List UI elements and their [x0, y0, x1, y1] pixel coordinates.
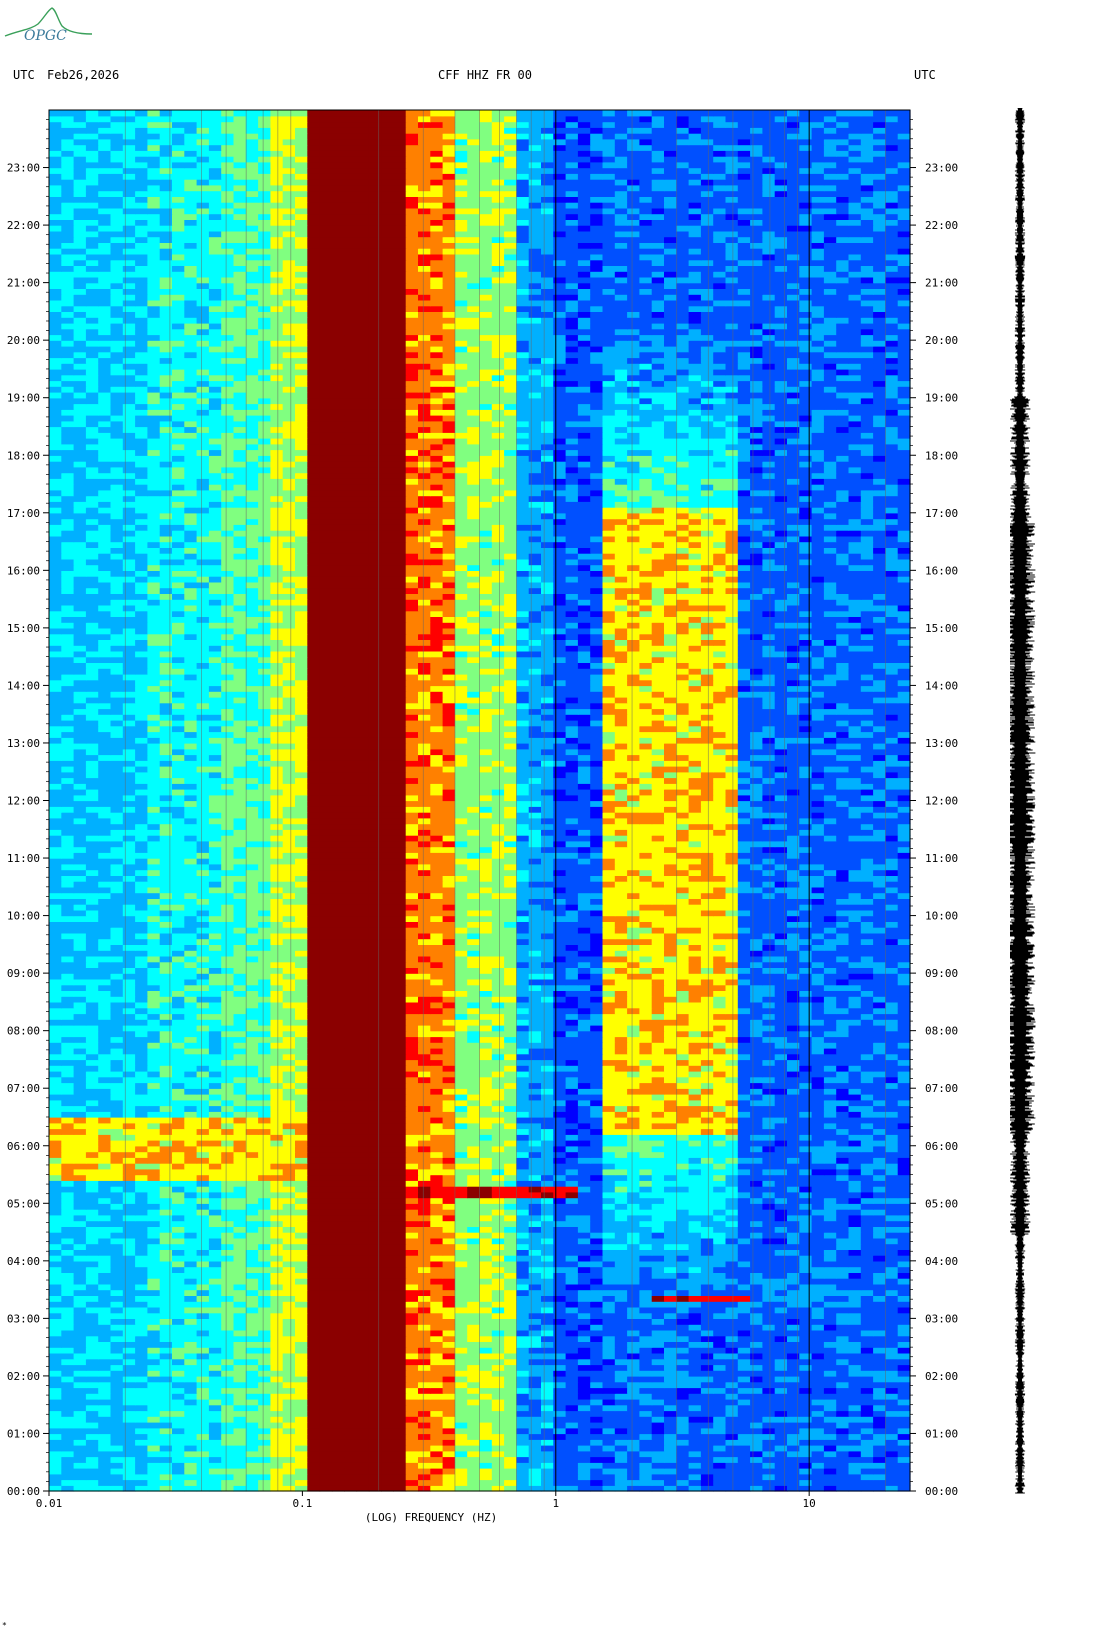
y-tick-label-left: 07:00	[7, 1082, 40, 1095]
y-tick-label-right: 17:00	[925, 507, 958, 520]
x-axis-label: (LOG) FREQUENCY (HZ)	[365, 1511, 497, 1524]
y-tick-label-left: 03:00	[7, 1312, 40, 1325]
y-tick-label-right: 04:00	[925, 1255, 958, 1268]
y-tick-label-right: 11:00	[925, 852, 958, 865]
y-tick-label-left: 06:00	[7, 1140, 40, 1153]
y-tick-label-left: 10:00	[7, 910, 40, 923]
y-tick-label-right: 02:00	[925, 1370, 958, 1383]
y-tick-label-right: 15:00	[925, 622, 958, 635]
y-tick-label-right: 22:00	[925, 219, 958, 232]
y-tick-label-right: 06:00	[925, 1140, 958, 1153]
x-tick-label: 10	[803, 1497, 816, 1510]
y-tick-label-right: 14:00	[925, 679, 958, 692]
y-tick-label-left: 18:00	[7, 449, 40, 462]
y-tick-label-left: 15:00	[7, 622, 40, 635]
y-tick-label-left: 16:00	[7, 564, 40, 577]
y-tick-label-left: 20:00	[7, 334, 40, 347]
y-tick-label-left: 19:00	[7, 392, 40, 405]
x-tick-label: 0.01	[36, 1497, 63, 1510]
y-tick-label-right: 03:00	[925, 1312, 958, 1325]
footer-mark: *	[2, 1621, 7, 1630]
y-tick-label-left: 09:00	[7, 967, 40, 980]
y-tick-label-left: 04:00	[7, 1255, 40, 1268]
y-tick-label-right: 21:00	[925, 277, 958, 290]
y-tick-label-right: 00:00	[925, 1485, 958, 1498]
y-tick-label-right: 16:00	[925, 564, 958, 577]
y-tick-label-right: 05:00	[925, 1197, 958, 1210]
x-tick-label: 0.1	[292, 1497, 312, 1510]
y-tick-label-left: 12:00	[7, 795, 40, 808]
y-tick-label-right: 20:00	[925, 334, 958, 347]
y-tick-label-right: 09:00	[925, 967, 958, 980]
y-tick-label-left: 01:00	[7, 1427, 40, 1440]
y-tick-label-right: 23:00	[925, 162, 958, 175]
y-tick-label-left: 22:00	[7, 219, 40, 232]
y-tick-label-right: 08:00	[925, 1025, 958, 1038]
y-tick-label-right: 13:00	[925, 737, 958, 750]
y-tick-label-right: 18:00	[925, 449, 958, 462]
y-tick-label-left: 11:00	[7, 852, 40, 865]
y-tick-label-left: 05:00	[7, 1197, 40, 1210]
y-tick-label-left: 17:00	[7, 507, 40, 520]
trace-path	[1010, 108, 1036, 1494]
spectrogram-chart: 00:00 00:0001:00 01:0002:00 02:0003:00 03:00…	[7, 109, 958, 1524]
y-tick-label-right: 12:00	[925, 795, 958, 808]
y-tick-label-left: 14:00	[7, 679, 40, 692]
y-tick-label-left: 13:00	[7, 737, 40, 750]
y-tick-label-left: 23:00	[7, 162, 40, 175]
x-tick-label: 1	[552, 1497, 559, 1510]
y-tick-label-left: 08:00	[7, 1025, 40, 1038]
y-tick-label-left: 02:00	[7, 1370, 40, 1383]
y-tick-label-left: 21:00	[7, 277, 40, 290]
y-tick-label-right: 07:00	[925, 1082, 958, 1095]
y-tick-label-right: 01:00	[925, 1427, 958, 1440]
y-tick-label-right: 19:00	[925, 392, 958, 405]
seismogram-trace	[1010, 108, 1036, 1494]
y-tick-label-right: 10:00	[925, 910, 958, 923]
